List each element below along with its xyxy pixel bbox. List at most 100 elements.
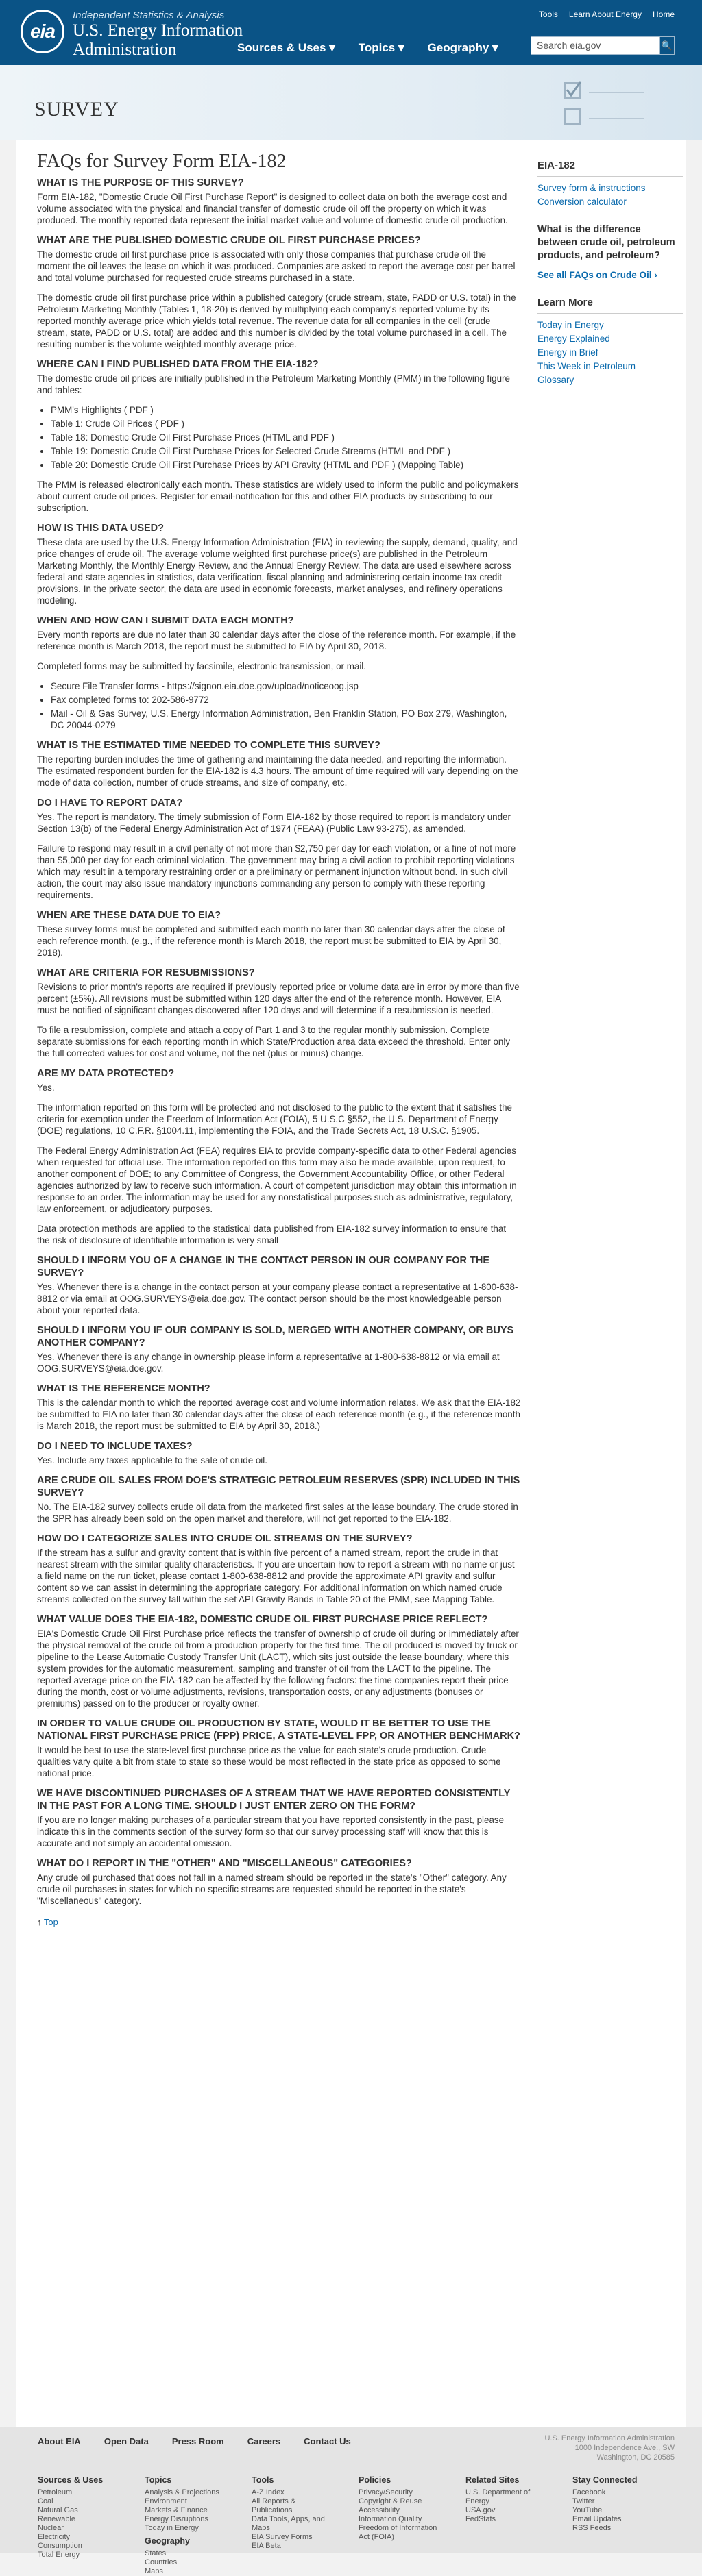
list-item[interactable]: Fax completed forms to: 202-586-9772 [51, 694, 521, 706]
footer-link[interactable]: Electricity [38, 2533, 119, 2542]
sidebar-see-all-faqs[interactable]: See all FAQs on Crude Oil › [537, 269, 683, 282]
sidebar-eia182: EIA-182 Survey form & instructions Conve… [537, 160, 683, 208]
sidebar-faq-question[interactable]: What is the difference between crude oil… [537, 223, 683, 262]
nav-topics[interactable]: Topics ▾ [359, 41, 404, 55]
footer-link[interactable]: Countries [145, 2558, 226, 2567]
faq-question: What value does the EIA-182, domestic cr… [37, 1614, 488, 1625]
faq-answer: EIA's Domestic Crude Oil First Purchase … [37, 1628, 519, 1709]
footer-link[interactable]: Consumption [38, 2542, 119, 2551]
top-bar: eia Independent Statistics & Analysis U.… [0, 0, 702, 65]
faq-answer: To file a resubmission, complete and att… [37, 1025, 511, 1058]
footer-link[interactable]: USA.gov [465, 2506, 546, 2515]
eia-logo[interactable]: eia [21, 10, 64, 53]
sidebar-link-conversion-calculator[interactable]: Conversion calculator [537, 196, 683, 208]
faq-answer: Yes. [37, 1082, 55, 1093]
footer-link[interactable]: Copyright & Reuse [359, 2497, 439, 2506]
footer-link[interactable]: Energy Disruptions [145, 2515, 226, 2524]
faq-main: FAQs for Survey Form EIA-182 What is the… [37, 150, 521, 1928]
footer-column: Policies Privacy/Security Copyright & Reus… [359, 2476, 439, 2576]
footer-nav-careers[interactable]: Careers [247, 2436, 280, 2447]
footer-link[interactable]: EIA Survey Forms [252, 2533, 332, 2542]
faq-answer: It would be best to use the state-level … [37, 1745, 501, 1779]
sidebar-link-energy-in-brief[interactable]: Energy in Brief [537, 347, 683, 359]
footer-link[interactable]: States [145, 2549, 226, 2558]
faq-answer: Yes. The report is mandatory. The timely… [37, 812, 511, 834]
faq-question: What do I report in the "Other" and "Mis… [37, 1858, 412, 1869]
faq-answer: If the stream has a sulfur and gravity c… [37, 1548, 515, 1605]
footer-link[interactable]: FedStats [465, 2515, 546, 2524]
footer-link[interactable]: Petroleum [38, 2488, 119, 2497]
util-learn[interactable]: Learn About Energy [569, 10, 642, 19]
footer-link[interactable]: Renewable [38, 2515, 119, 2524]
footer-nav-press-room[interactable]: Press Room [172, 2436, 224, 2447]
faq-answer: Failure to respond may result in a civil… [37, 843, 516, 900]
faq-answer: Yes. Include any taxes applicable to the… [37, 1455, 267, 1465]
footer-link[interactable]: Nuclear [38, 2524, 119, 2533]
footer-link[interactable]: Natural Gas [38, 2506, 119, 2515]
sidebar-link-this-week-in-petroleum[interactable]: This Week in Petroleum [537, 360, 683, 373]
footer-link[interactable]: Maps [145, 2567, 226, 2576]
footer-link[interactable]: Total Energy [38, 2551, 119, 2560]
list-item[interactable]: Secure File Transfer forms - https://sig… [51, 680, 521, 692]
footer-link[interactable]: Email Updates [572, 2515, 675, 2524]
footer-link[interactable]: RSS Feeds [572, 2524, 675, 2533]
faq-question: Should I inform you of a change in the c… [37, 1255, 490, 1278]
sidebar-link-energy-explained[interactable]: Energy Explained [537, 333, 683, 345]
footer-link[interactable]: Information Quality [359, 2515, 439, 2524]
list-item[interactable]: Table 19: Domestic Crude Oil First Purch… [51, 445, 521, 457]
sidebar: EIA-182 Survey form & instructions Conve… [537, 160, 683, 401]
faq-answer: The domestic crude oil first purchase pr… [37, 249, 516, 283]
list-item[interactable]: Table 20: Domestic Crude Oil First Purch… [51, 459, 521, 471]
footer-link[interactable]: A-Z Index [252, 2488, 332, 2497]
util-tools[interactable]: Tools [539, 10, 558, 19]
footer-link[interactable]: Markets & Finance [145, 2506, 226, 2515]
brand[interactable]: Independent Statistics & Analysis U.S. E… [73, 10, 243, 60]
footer-link[interactable]: EIA Beta [252, 2542, 332, 2551]
footer-column: Stay Connected Facebook Twitter YouTube Emai… [572, 2476, 675, 2576]
footer-link[interactable]: All Reports & Publications [252, 2497, 332, 2515]
footer-nav-open-data[interactable]: Open Data [104, 2436, 149, 2447]
search-input[interactable]: Search eia.gov [531, 36, 661, 55]
footer-column-heading: Geography [145, 2536, 190, 2546]
faq-question: How is this data used? [37, 523, 165, 534]
back-to-top-link[interactable]: ↑ Top [37, 1916, 521, 1928]
util-home[interactable]: Home [653, 10, 675, 19]
footer-link[interactable]: Facebook [572, 2488, 675, 2497]
faq-answer: Any crude oil purchased that does not fa… [37, 1872, 507, 1906]
faq-answer-list: PMM's Highlights ( PDF ) Table 1: Crude O… [51, 404, 521, 471]
list-item[interactable]: PMM's Highlights ( PDF ) [51, 404, 521, 416]
faq-answer: Completed forms may be submitted by facs… [37, 661, 366, 671]
footer-link[interactable]: U.S. Department of Energy [465, 2488, 546, 2506]
list-item[interactable]: Table 1: Crude Oil Prices ( PDF ) [51, 418, 521, 430]
footer-link[interactable]: Analysis & Projections [145, 2488, 226, 2497]
footer-nav-about[interactable]: About EIA [38, 2436, 81, 2447]
faq-question: What is the estimated time needed to com… [37, 740, 380, 751]
sidebar-link-survey-form[interactable]: Survey form & instructions [537, 182, 683, 195]
list-item[interactable]: Mail - Oil & Gas Survey, U.S. Energy Inf… [51, 708, 521, 731]
faq-answer: Data protection methods are applied to t… [37, 1224, 507, 1246]
sidebar-heading: Learn More [537, 297, 683, 314]
footer-link[interactable]: Environment [145, 2497, 226, 2506]
faq-question: Where can I find published data from the… [37, 359, 319, 370]
footer-column: Related Sites U.S. Department of Energy US… [465, 2476, 546, 2576]
footer-link[interactable]: Twitter [572, 2497, 675, 2506]
footer-column: Sources & Uses Petroleum Coal Natural Gas Re… [38, 2476, 119, 2576]
list-item[interactable]: Table 18: Domestic Crude Oil First Purch… [51, 432, 521, 443]
footer-link[interactable]: Freedom of Information Act (FOIA) [359, 2524, 439, 2542]
footer-link[interactable]: Coal [38, 2497, 119, 2506]
faq-answer: Revisions to prior month's reports are r… [37, 982, 520, 1015]
footer-link[interactable]: Data Tools, Apps, and Maps [252, 2515, 332, 2533]
nav-geography[interactable]: Geography ▾ [428, 41, 498, 55]
sidebar-link-today-in-energy[interactable]: Today in Energy [537, 319, 683, 332]
footer-link[interactable]: Accessibility [359, 2506, 439, 2515]
faq-answer: Form EIA-182, "Domestic Crude Oil First … [37, 192, 508, 225]
faq-answer: These data are used by the U.S. Energy I… [37, 537, 518, 606]
sidebar-link-glossary[interactable]: Glossary [537, 374, 683, 386]
footer-link[interactable]: Privacy/Security [359, 2488, 439, 2497]
footer-link[interactable]: YouTube [572, 2506, 675, 2515]
nav-sources-uses[interactable]: Sources & Uses ▾ [237, 41, 335, 55]
footer-column-heading: Sources & Uses [38, 2475, 104, 2485]
search-icon[interactable]: 🔍 [659, 36, 675, 55]
footer-link[interactable]: Today in Energy [145, 2524, 226, 2533]
footer-nav-contact[interactable]: Contact Us [304, 2436, 351, 2447]
